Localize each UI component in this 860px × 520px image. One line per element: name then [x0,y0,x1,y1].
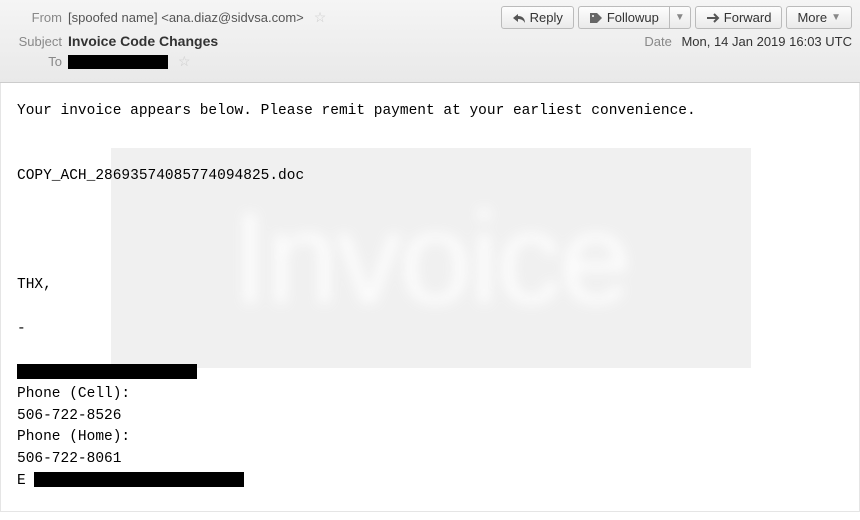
reply-button[interactable]: Reply [501,6,574,29]
forward-label: Forward [724,10,772,25]
signature-thx: THX, [17,275,843,297]
phone-home-value: 506-722-8061 [17,449,843,471]
forward-button[interactable]: Forward [695,6,783,29]
email-line: E [17,471,843,493]
followup-button-group: Followup ▼ [578,6,691,29]
date-value: Mon, 14 Jan 2019 16:03 UTC [681,34,852,49]
star-icon[interactable]: ☆ [178,53,191,70]
more-button[interactable]: More ▼ [786,6,852,29]
date-label: Date [644,34,671,49]
email-label: E [17,473,26,489]
subject-label: Subject [8,34,62,49]
forward-icon [706,12,720,24]
from-label: From [8,10,62,25]
more-label: More [797,10,827,25]
to-redacted [68,55,168,69]
email-header: From [spoofed name] <ana.diaz@sidvsa.com… [0,0,860,83]
tag-icon [589,12,603,24]
from-value: [spoofed name] <ana.diaz@sidvsa.com> [68,10,304,25]
body-intro: Your invoice appears below. Please remit… [17,101,843,123]
email-body: Invoice Your invoice appears below. Plea… [0,83,860,512]
reply-label: Reply [530,10,563,25]
phone-cell-value: 506-722-8526 [17,406,843,428]
followup-label: Followup [607,10,659,25]
toolbar: Reply Followup ▼ Forward More ▼ [501,6,852,29]
phone-cell-label: Phone (Cell): [17,384,843,406]
to-label: To [8,54,62,69]
email-redacted [34,472,244,487]
followup-dropdown[interactable]: ▼ [669,6,691,29]
chevron-down-icon: ▼ [675,12,685,23]
signature-name-redacted [17,364,197,379]
date-area: Date Mon, 14 Jan 2019 16:03 UTC [644,34,852,49]
signature-dash: - [17,319,843,341]
followup-button[interactable]: Followup [578,6,669,29]
subject-value: Invoice Code Changes [68,33,218,49]
reply-icon [512,12,526,24]
chevron-down-icon: ▼ [831,12,841,23]
star-icon[interactable]: ☆ [314,9,327,26]
attachment-name: COPY_ACH_28693574085774094825.doc [17,166,843,188]
phone-home-label: Phone (Home): [17,427,843,449]
